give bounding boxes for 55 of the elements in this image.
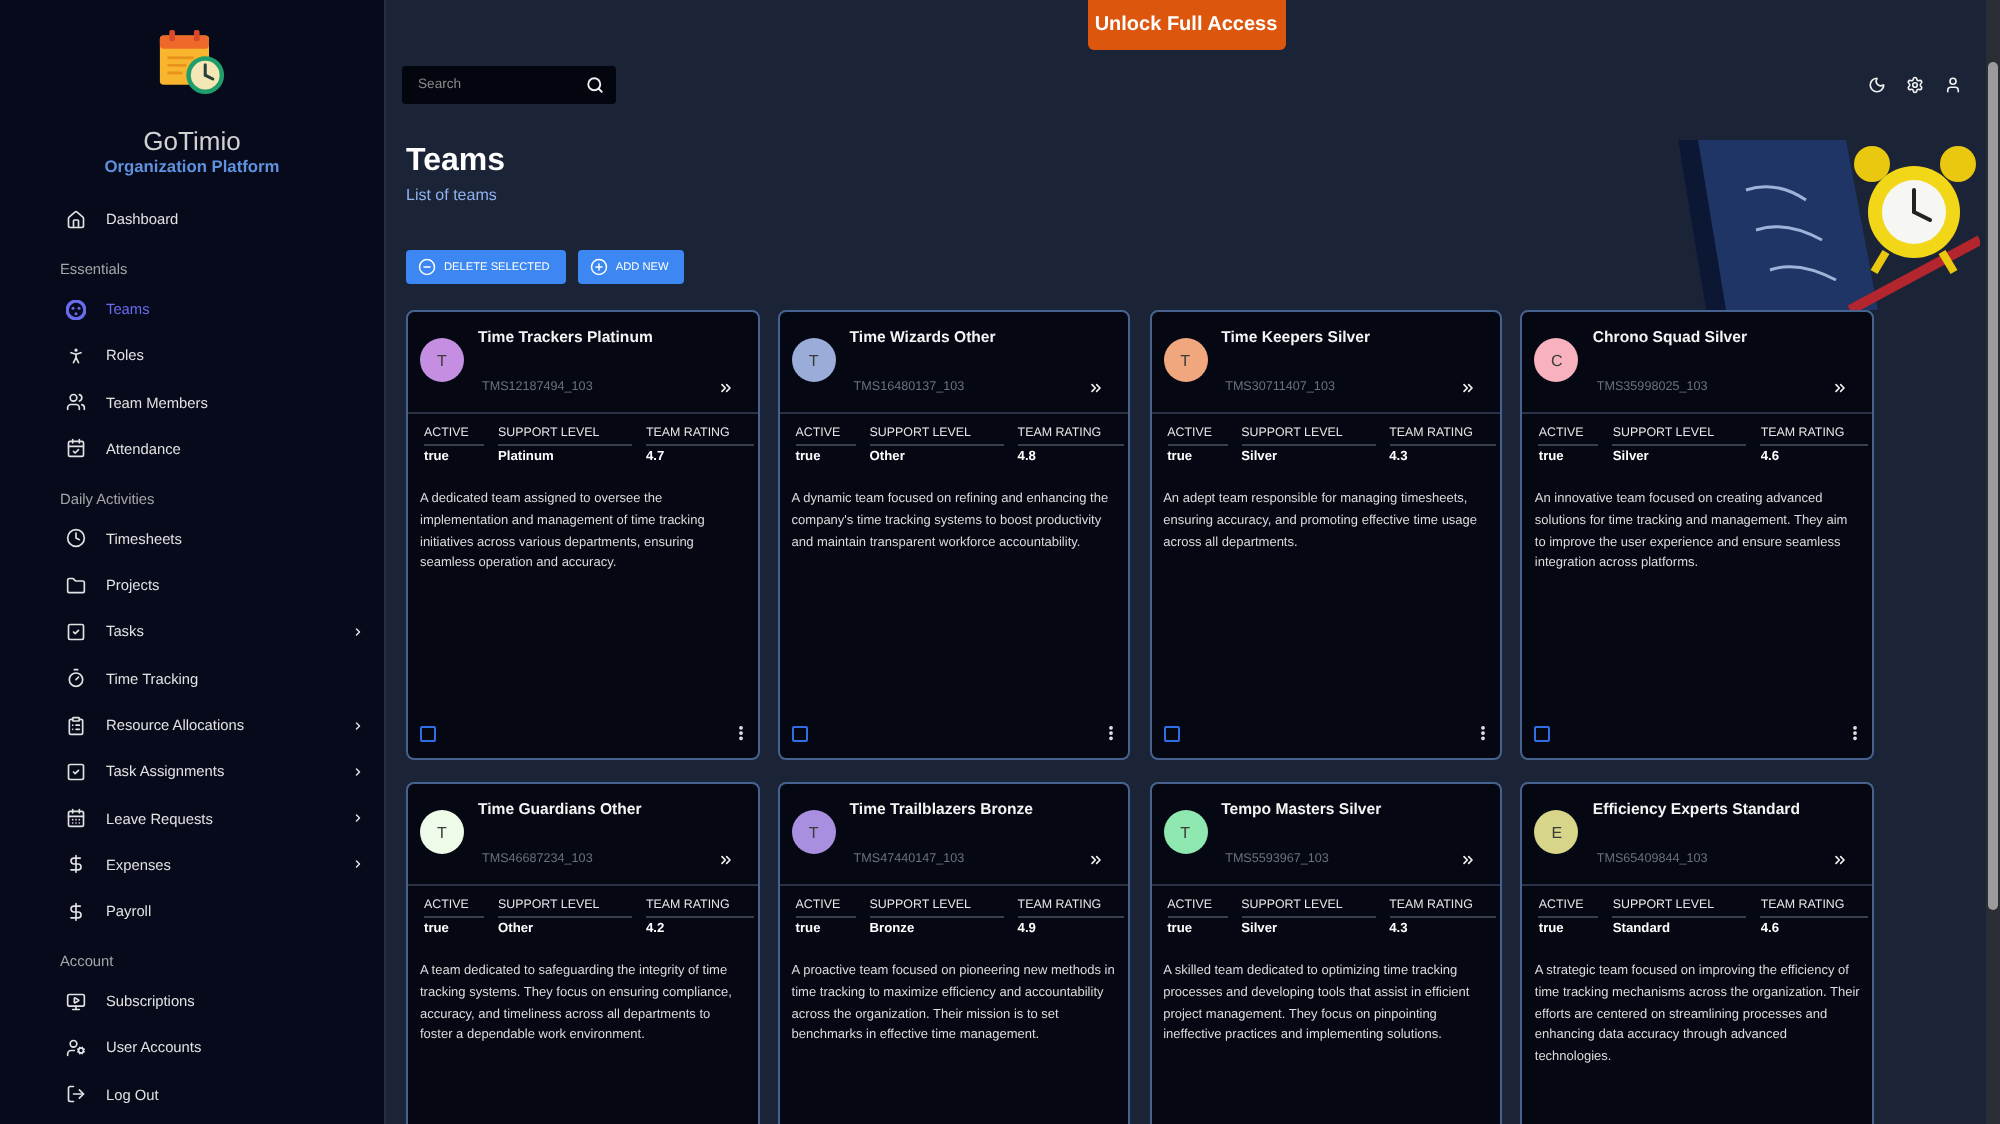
house-icon [66, 209, 86, 230]
avatar: T [1163, 810, 1208, 854]
page-title: Teams [406, 144, 506, 180]
stopwatch-icon [66, 668, 86, 689]
calendar-icon [66, 808, 86, 829]
user-icon[interactable] [1944, 76, 1962, 94]
checkbox[interactable] [420, 725, 436, 741]
avatar: T [791, 338, 836, 382]
minus-circle-icon [418, 258, 436, 276]
unlock-button[interactable]: Unlock Full Access [1087, 0, 1285, 50]
brand-name: GoTimio [143, 126, 241, 156]
people-icon [66, 392, 86, 413]
checkbox[interactable] [1534, 725, 1551, 741]
chevron-icon[interactable] [352, 625, 364, 638]
clock-icon [66, 528, 86, 549]
plus-circle-icon [589, 258, 608, 276]
user-gear-icon [66, 1037, 86, 1058]
checkbox[interactable] [1163, 725, 1180, 741]
calendar-check-icon [66, 438, 86, 459]
double-chevron-icon[interactable] [1088, 379, 1105, 395]
dollar-icon [66, 901, 86, 922]
square-check-icon [66, 761, 86, 782]
double-chevron-icon[interactable] [717, 851, 733, 867]
double-chevron-icon[interactable] [717, 379, 733, 395]
avatar: C [1534, 338, 1579, 382]
page-subtitle: List of teams [406, 186, 497, 206]
chevron-icon[interactable] [352, 858, 364, 871]
standing-person-icon [66, 345, 86, 366]
clipboard-icon [66, 715, 86, 735]
moon-icon[interactable] [1868, 76, 1886, 94]
double-chevron-icon[interactable] [1460, 851, 1477, 867]
folder-icon [66, 575, 86, 596]
scrollbar-thumb[interactable] [1988, 62, 1998, 910]
chevron-icon[interactable] [352, 765, 364, 778]
square-check-icon [66, 621, 86, 642]
logout-icon [66, 1084, 86, 1105]
chevron-icon[interactable] [352, 812, 364, 825]
avatar: E [1534, 810, 1579, 854]
play-screen-icon [66, 991, 86, 1012]
settings-icon[interactable] [1906, 76, 1924, 94]
avatar: T [1163, 338, 1208, 382]
calendar-clock-icon [158, 28, 226, 96]
scrollbar-track[interactable] [1986, 0, 2000, 1124]
double-chevron-icon[interactable] [1460, 379, 1477, 395]
brand-subtitle: Organization Platform [104, 156, 280, 178]
avatar: T [420, 338, 464, 382]
double-chevron-icon[interactable] [1831, 379, 1848, 395]
avatar: T [420, 810, 464, 854]
dollar-icon [66, 854, 86, 875]
checkbox[interactable] [791, 725, 808, 741]
double-chevron-icon[interactable] [1088, 851, 1105, 867]
double-chevron-icon[interactable] [1831, 851, 1848, 867]
avatar: T [791, 810, 836, 854]
search-icon[interactable] [586, 76, 604, 94]
chevron-icon[interactable] [352, 719, 364, 731]
